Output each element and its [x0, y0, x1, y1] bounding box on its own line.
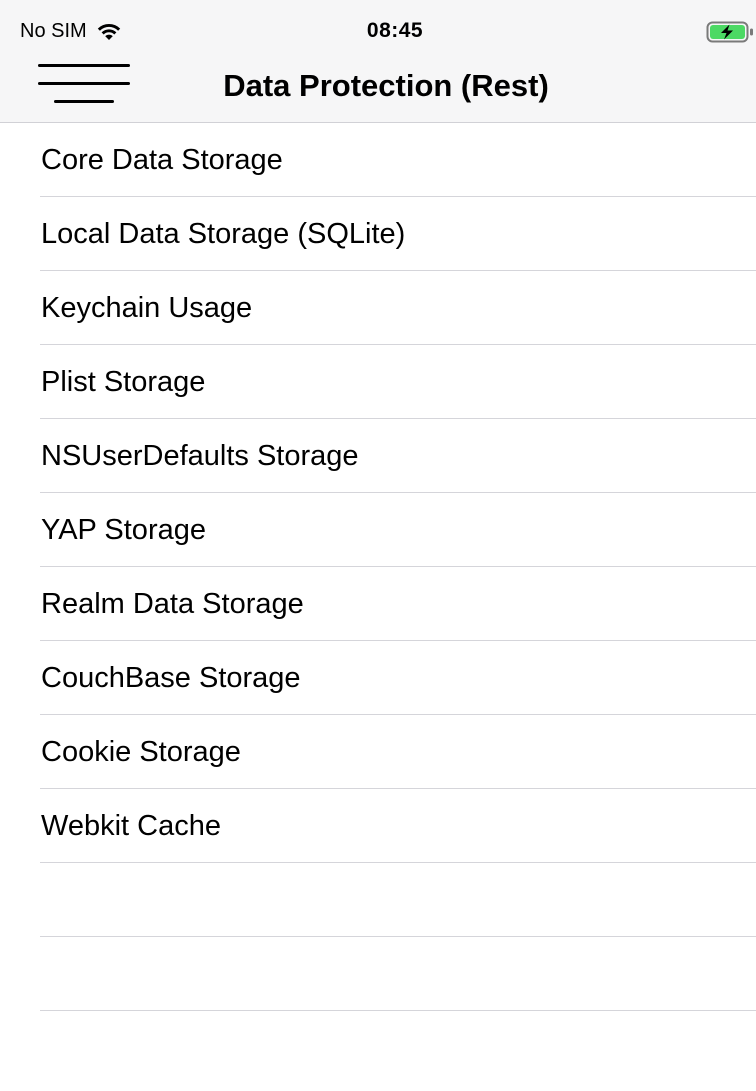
list-item[interactable]: NSUserDefaults Storage: [0, 419, 756, 493]
menu-button[interactable]: [38, 62, 130, 106]
list-item-label: Cookie Storage: [41, 736, 241, 768]
list-item[interactable]: Webkit Cache: [0, 789, 756, 863]
list-item-label: Webkit Cache: [41, 810, 221, 842]
list-item-label: Plist Storage: [41, 366, 206, 398]
list-item[interactable]: YAP Storage: [0, 493, 756, 567]
empty-row: [0, 937, 756, 1011]
list-item-label: NSUserDefaults Storage: [41, 440, 359, 472]
list-item-label: Core Data Storage: [41, 144, 283, 176]
list-item[interactable]: Local Data Storage (SQLite): [0, 197, 756, 271]
battery-charging-icon: [706, 21, 753, 43]
list-item[interactable]: Keychain Usage: [0, 271, 756, 345]
list-item-label: Local Data Storage (SQLite): [41, 218, 406, 250]
empty-row: [0, 863, 756, 937]
list-item-label: CouchBase Storage: [41, 662, 301, 694]
list-item-label: Realm Data Storage: [41, 588, 304, 620]
status-clock: 08:45: [366, 19, 424, 42]
hamburger-menu-icon: [38, 64, 130, 103]
wifi-icon: [97, 23, 120, 40]
list-item[interactable]: Realm Data Storage: [0, 567, 756, 641]
navigation-header: No SIM 08:45 Data Protection (Rest): [0, 0, 756, 123]
carrier-indicator: No SIM: [20, 20, 123, 42]
list-item-label: YAP Storage: [41, 514, 206, 546]
list-item[interactable]: CouchBase Storage: [0, 641, 756, 715]
list-item[interactable]: Cookie Storage: [0, 715, 756, 789]
page-title: Data Protection (Rest): [223, 68, 549, 103]
status-bar: No SIM 08:45: [0, 0, 756, 48]
carrier-label: No SIM: [20, 20, 87, 42]
list-item-label: Keychain Usage: [41, 292, 253, 324]
storage-options-list: Core Data Storage Local Data Storage (SQL…: [0, 123, 756, 1011]
list-item[interactable]: Core Data Storage: [0, 123, 756, 197]
list-item[interactable]: Plist Storage: [0, 345, 756, 419]
